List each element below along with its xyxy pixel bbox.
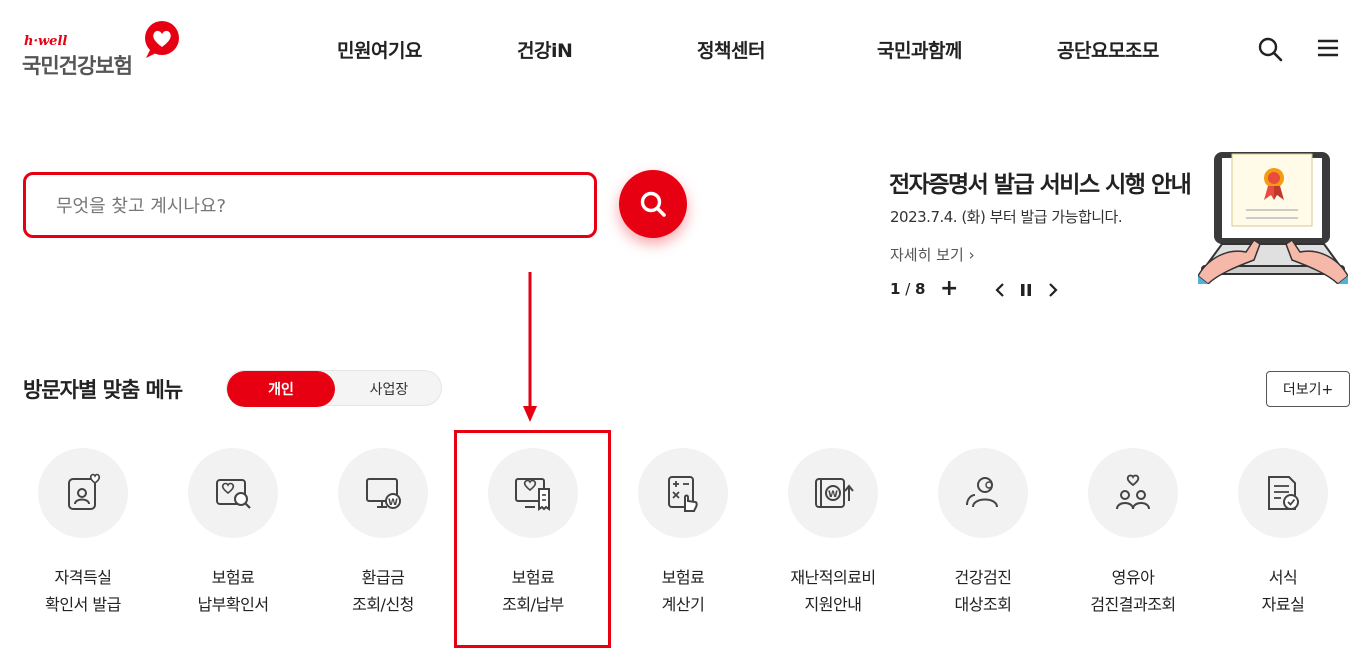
menu-item-health-checkup[interactable]: 건강검진 대상조회	[908, 448, 1058, 618]
menu-label: 재난적의료비 지원안내	[790, 568, 876, 614]
highlight-annotation-box	[454, 430, 611, 648]
menu-item-refund[interactable]: W 환급금 조회/신청	[308, 448, 458, 618]
nav-minwon[interactable]: 민원여기요	[337, 36, 422, 63]
annotation-arrow	[523, 272, 537, 422]
book-won-up-icon: W	[788, 448, 878, 538]
menu-label: 환급금 조회/신청	[352, 568, 414, 614]
banner-more-label: 자세히 보기	[890, 246, 964, 264]
form-document-icon	[1238, 448, 1328, 538]
logo-tagline: h·well	[24, 34, 68, 49]
svg-text:W: W	[828, 490, 838, 500]
more-button[interactable]: 더보기+	[1266, 371, 1350, 407]
hamburger-menu-icon[interactable]	[1316, 36, 1342, 62]
visitor-type-toggle: 개인 사업장	[226, 370, 443, 407]
svg-text:W: W	[388, 498, 398, 508]
section-title: 방문자별 맞춤 메뉴	[23, 378, 183, 402]
menu-label: 보험료 납부확인서	[197, 568, 269, 614]
nav-with-citizens[interactable]: 국민과함께	[877, 36, 962, 63]
banner-plus-button[interactable]: +	[940, 276, 958, 301]
heart-speech-icon	[145, 21, 179, 58]
id-card-heart-icon	[38, 448, 128, 538]
pause-icon[interactable]	[1017, 280, 1035, 300]
menu-label: 보험료 계산기	[661, 568, 705, 614]
search-input[interactable]	[56, 191, 556, 221]
banner-subtitle: 2023.7.4. (화) 부터 발급 가능합니다.	[890, 208, 1123, 226]
chevron-left-icon[interactable]	[991, 280, 1009, 300]
banner-more-link[interactable]: 자세히 보기 ›	[890, 244, 975, 265]
nav-policy-center[interactable]: 정책센터	[697, 36, 765, 63]
nav-about-nhis[interactable]: 공단요모조모	[1057, 36, 1159, 63]
menu-item-payment-certificate[interactable]: 보험료 납부확인서	[158, 448, 308, 618]
menu-item-qualification[interactable]: 자격득실 확인서 발급	[8, 448, 158, 618]
menu-label: 영유아 검진결과조회	[1090, 568, 1176, 614]
menu-label: 자격득실 확인서 발급	[45, 568, 121, 614]
banner-pager: 1 / 8	[890, 280, 925, 298]
menu-item-infant-checkup[interactable]: 영유아 검진결과조회	[1058, 448, 1208, 618]
laptop-certificate-illustration	[1198, 152, 1348, 284]
family-heart-icon	[1088, 448, 1178, 538]
search-box	[23, 172, 597, 238]
chevron-right-icon: ›	[968, 246, 975, 264]
site-logo[interactable]: h·well 국민건강보험	[22, 20, 192, 80]
nav-health-in[interactable]: 건강iN	[517, 36, 573, 63]
pager-current: 1	[890, 280, 901, 298]
pager-separator: /	[900, 280, 916, 298]
calculator-hand-icon	[638, 448, 728, 538]
search-icon[interactable]	[1257, 36, 1283, 62]
logo-name: 국민건강보험	[22, 54, 133, 78]
menu-item-calculator[interactable]: 보험료 계산기	[608, 448, 758, 618]
search-button[interactable]	[619, 170, 687, 238]
people-search-icon	[938, 448, 1028, 538]
menu-item-forms[interactable]: 서식 자료실	[1208, 448, 1358, 618]
document-search-icon	[188, 448, 278, 538]
search-icon	[640, 191, 666, 217]
menu-label: 서식 자료실	[1261, 568, 1305, 614]
menu-label: 건강검진 대상조회	[954, 568, 1012, 614]
monitor-won-icon: W	[338, 448, 428, 538]
chevron-right-icon[interactable]	[1044, 280, 1062, 300]
tab-business[interactable]: 사업장	[335, 371, 443, 407]
pager-total: 8	[915, 280, 926, 298]
menu-item-catastrophic-medical[interactable]: W 재난적의료비 지원안내	[758, 448, 908, 618]
banner-title[interactable]: 전자증명서 발급 서비스 시행 안내	[889, 165, 1192, 199]
tab-personal[interactable]: 개인	[227, 371, 335, 407]
